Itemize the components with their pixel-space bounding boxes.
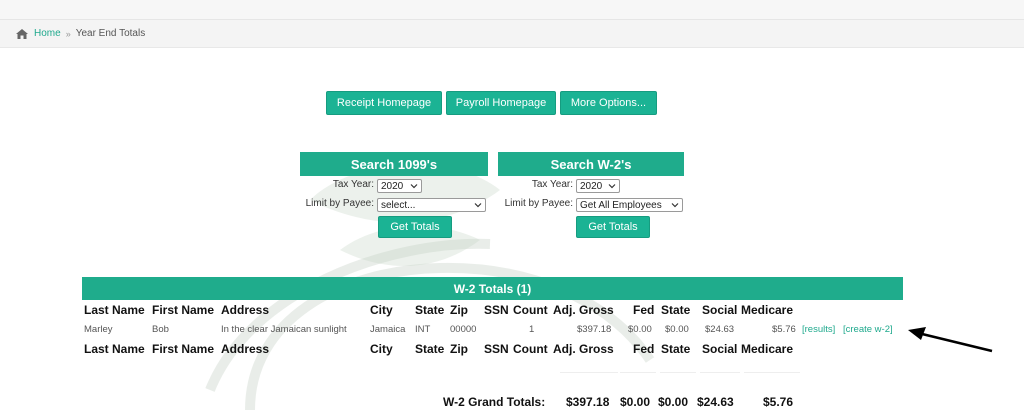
chevron-down-icon (671, 203, 679, 208)
col-state: State (415, 342, 445, 356)
home-icon (16, 28, 28, 39)
payee-label-w2: Limit by Payee: (504, 198, 573, 209)
col-count: Count (513, 342, 548, 356)
col-city: City (370, 342, 393, 356)
search-w2-header: Search W-2's (498, 152, 684, 176)
grand-total-adj-gross: $397.18 (566, 395, 610, 409)
get-totals-1099-button[interactable]: Get Totals (378, 216, 452, 238)
payee-select-w2[interactable]: Get All Employees (576, 198, 683, 212)
divider (660, 372, 696, 373)
divider (744, 372, 800, 373)
breadcrumb-separator: » (65, 28, 71, 39)
tax-year-value-w2: 2020 (580, 180, 603, 192)
chevron-down-icon (608, 184, 616, 189)
receipt-homepage-button[interactable]: Receipt Homepage (326, 91, 442, 115)
col-state-tax: State (661, 342, 691, 356)
tax-year-label-w2: Tax Year: (531, 179, 573, 190)
cell-fed: $0.00 (628, 324, 652, 335)
col-ssn: SSN (484, 342, 509, 356)
col-address: Address (221, 303, 270, 317)
divider (700, 372, 740, 373)
cell-adj-gross: $397.18 (577, 324, 612, 335)
arrow-annotation-icon (908, 327, 993, 353)
chevron-down-icon (474, 203, 482, 208)
chevron-down-icon (410, 184, 418, 189)
grand-totals-label: W-2 Grand Totals: (443, 395, 546, 409)
col-adj-gross: Adj. Gross (553, 303, 614, 317)
cell-first-name: Bob (152, 324, 169, 335)
cell-city: Jamaica (370, 324, 406, 335)
create-w2-link[interactable]: [create w-2] (843, 324, 893, 335)
tax-year-value-1099: 2020 (381, 180, 404, 192)
col-ssn: SSN (484, 303, 509, 317)
payee-value-1099: select... (381, 199, 416, 211)
breadcrumb-current: Year End Totals (75, 28, 146, 39)
divider (620, 372, 656, 373)
top-bar (0, 0, 1024, 20)
grand-total-medicare: $5.76 (763, 395, 794, 409)
grand-total-fed: $0.00 (620, 395, 651, 409)
cell-state: INT (415, 324, 431, 335)
col-last-name: Last Name (84, 303, 145, 317)
tax-year-label-1099: Tax Year: (332, 179, 374, 190)
payee-label-1099: Limit by Payee: (305, 198, 374, 209)
col-medicare: Medicare (741, 303, 794, 317)
payroll-homepage-button[interactable]: Payroll Homepage (446, 91, 556, 115)
cell-address: In the clear Jamaican sunlight (221, 324, 347, 335)
cell-zip: 00000 (450, 324, 477, 335)
col-fed: Fed (633, 303, 655, 317)
cell-count: 1 (529, 324, 535, 335)
col-adj-gross: Adj. Gross (553, 342, 614, 356)
col-zip: Zip (450, 342, 468, 356)
cell-state-tax: $0.00 (665, 324, 689, 335)
tax-year-select-w2[interactable]: 2020 (576, 179, 620, 193)
grand-total-state: $0.00 (658, 395, 689, 409)
col-first-name: First Name (152, 342, 215, 356)
col-social: Social (702, 303, 738, 317)
get-totals-w2-button[interactable]: Get Totals (576, 216, 650, 238)
col-state-tax: State (661, 303, 691, 317)
col-city: City (370, 303, 393, 317)
col-address: Address (221, 342, 270, 356)
col-fed: Fed (633, 342, 655, 356)
more-options-button[interactable]: More Options... (560, 91, 657, 115)
breadcrumb-home-link[interactable]: Home (34, 28, 61, 39)
cell-last-name: Marley (84, 324, 113, 335)
cell-medicare: $5.76 (772, 324, 796, 335)
col-first-name: First Name (152, 303, 215, 317)
col-count: Count (513, 303, 548, 317)
breadcrumb: Home » Year End Totals (0, 20, 1024, 48)
grand-total-social: $24.63 (697, 395, 734, 409)
col-last-name: Last Name (84, 342, 145, 356)
payee-select-1099[interactable]: select... (377, 198, 486, 212)
col-medicare: Medicare (741, 342, 794, 356)
col-zip: Zip (450, 303, 468, 317)
col-state: State (415, 303, 445, 317)
cell-social: $24.63 (705, 324, 735, 335)
w2-totals-header: W-2 Totals (1) (82, 277, 903, 300)
divider (560, 372, 618, 373)
col-social: Social (702, 342, 738, 356)
tax-year-select-1099[interactable]: 2020 (377, 179, 422, 193)
payee-value-w2: Get All Employees (580, 199, 662, 211)
search-1099-header: Search 1099's (300, 152, 488, 176)
results-link[interactable]: [results] (802, 324, 835, 335)
